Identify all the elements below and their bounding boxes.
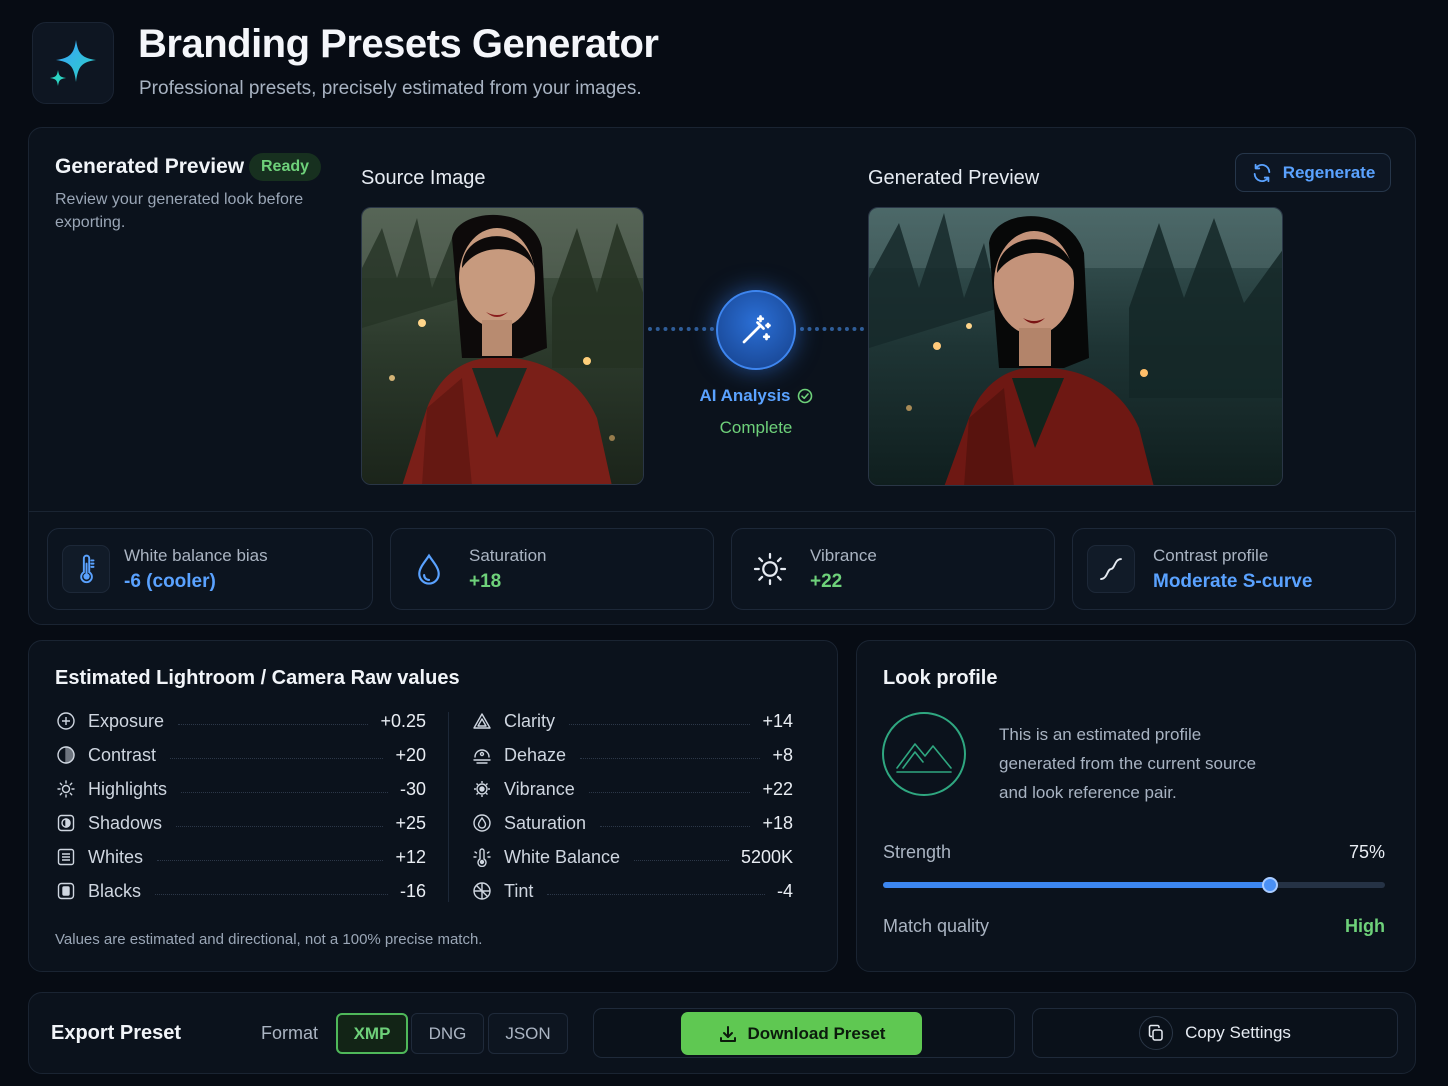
ai-analysis-status: Complete — [719, 418, 793, 437]
stat-vibrance: Vibrance +22 — [731, 528, 1055, 610]
stat-name: Contrast profile — [1153, 546, 1269, 565]
contrast-icon — [55, 744, 77, 766]
download-icon — [719, 1025, 736, 1042]
highlights-icon — [55, 778, 77, 800]
download-preset-button[interactable]: Download Preset — [681, 1012, 922, 1055]
strength-label: Strength — [883, 842, 952, 862]
stat-value: -6 (cooler) — [124, 571, 216, 592]
saturation-icon — [471, 812, 493, 834]
value-row-shadows: Shadows +25 — [55, 810, 426, 836]
match-quality-label: Match quality — [883, 916, 990, 936]
values-note: Values are estimated and directional, no… — [55, 931, 483, 948]
preview-description: Review your generated look before export… — [55, 191, 304, 231]
status-badge: Ready — [249, 153, 322, 181]
look-profile-title: Look profile — [883, 667, 998, 689]
match-quality-value: High — [1345, 916, 1385, 936]
divider — [29, 511, 1415, 512]
export-title: Export Preset — [51, 1022, 182, 1044]
shadows-icon — [55, 812, 77, 834]
generated-image — [868, 207, 1283, 486]
preview-title: Generated Preview — [55, 155, 245, 178]
format-option-xmp[interactable]: XMP — [336, 1013, 408, 1054]
strength-slider[interactable] — [883, 877, 1385, 893]
stat-name: Vibrance — [810, 546, 877, 565]
values-title: Estimated Lightroom / Camera Raw values — [55, 667, 460, 689]
source-image — [361, 207, 644, 485]
value-row-dehaze: Dehaze +8 — [471, 742, 793, 768]
source-image-label: Source Image — [361, 167, 486, 189]
value-row-white-balance: White Balance 5200K — [471, 844, 793, 870]
stat-value: +22 — [810, 571, 843, 592]
value-row-tint: Tint -4 — [471, 878, 793, 904]
refresh-icon — [1253, 163, 1270, 182]
stat-name: Saturation — [469, 546, 547, 565]
stat-value: +18 — [469, 571, 502, 592]
check-circle-icon — [797, 388, 812, 404]
vibrance-icon — [471, 778, 493, 800]
magic-wand-icon — [742, 315, 771, 344]
strength-slider-fill — [883, 882, 1270, 888]
whites-icon — [55, 846, 77, 868]
stat-white-balance-bias: White balance bias -6 (cooler) — [47, 528, 373, 610]
dehaze-icon — [471, 744, 493, 766]
app-logo — [32, 22, 114, 104]
app-title: Branding Presets Generator — [138, 22, 659, 66]
curve-icon — [1087, 545, 1135, 593]
look-profile-description: This is an estimated profile generated f… — [999, 725, 1257, 802]
clarity-icon — [471, 710, 493, 732]
white-balance-icon — [471, 846, 493, 868]
strength-value: 75% — [1348, 842, 1385, 862]
format-option-dng[interactable]: DNG — [411, 1013, 484, 1054]
copy-icon — [1139, 1016, 1174, 1050]
value-row-vibrance: Vibrance +22 — [471, 776, 793, 802]
value-row-blacks: Blacks -16 — [55, 878, 426, 904]
copy-settings-button[interactable]: Copy Settings — [1032, 1008, 1398, 1058]
stat-saturation: Saturation +18 — [390, 528, 714, 610]
value-row-clarity: Clarity +14 — [471, 708, 793, 734]
stat-contrast-profile: Contrast profile Moderate S-curve — [1072, 528, 1396, 610]
stat-name: White balance bias — [124, 546, 268, 565]
value-row-contrast: Contrast +20 — [55, 742, 426, 768]
app-subtitle: Professional presets, precisely estimate… — [139, 78, 642, 99]
exposure-icon — [55, 710, 77, 732]
blacks-icon — [55, 880, 77, 902]
sun-icon — [746, 545, 794, 593]
mountain-icon — [882, 712, 966, 796]
value-row-exposure: Exposure +0.25 — [55, 708, 426, 734]
thermometer-icon — [62, 545, 110, 593]
connector-right — [800, 327, 864, 331]
format-label: Format — [261, 1023, 319, 1043]
connector-left — [648, 327, 714, 331]
droplet-icon — [405, 545, 453, 593]
value-row-saturation: Saturation +18 — [471, 810, 793, 836]
value-row-whites: Whites +12 — [55, 844, 426, 870]
ai-analysis-label: AI Analysis — [690, 386, 822, 406]
sparkle-icon — [50, 40, 96, 86]
value-row-highlights: Highlights -30 — [55, 776, 426, 802]
regenerate-label: Regenerate — [1282, 162, 1376, 182]
tint-icon — [471, 880, 493, 902]
generated-preview-label: Generated Preview — [868, 167, 1040, 189]
regenerate-button[interactable]: Regenerate — [1235, 153, 1391, 192]
strength-slider-thumb[interactable] — [1261, 877, 1278, 893]
values-divider — [448, 712, 449, 902]
stat-value: Moderate S-curve — [1153, 571, 1313, 592]
format-option-json[interactable]: JSON — [488, 1013, 568, 1054]
ai-analysis-badge — [716, 290, 796, 370]
